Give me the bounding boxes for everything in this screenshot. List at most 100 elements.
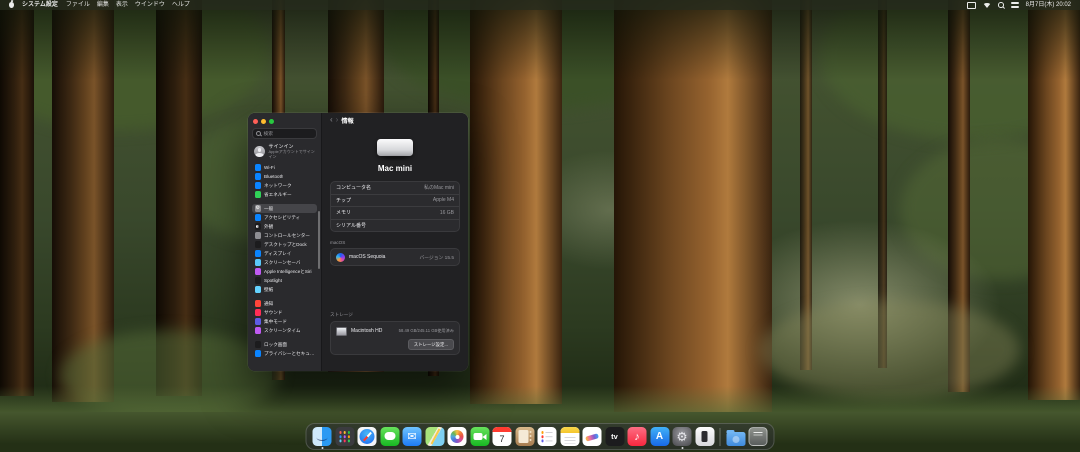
sidebar-item-label: ネットワーク (264, 182, 292, 188)
minimize-button[interactable] (261, 119, 266, 124)
dock-item-calendar[interactable]: 7 (492, 427, 512, 446)
sidebar-item-appearance[interactable]: 外観 (252, 222, 317, 231)
mail-icon (402, 427, 422, 446)
sidebar-item-label: 省エネルギー (264, 191, 292, 197)
sidebar-item-focus[interactable]: 集中モード (252, 317, 317, 326)
about-row-memory[interactable]: メモリ 16 GB (331, 206, 459, 219)
sidebar-item-notifications[interactable]: 通知 (252, 299, 317, 308)
dock-item-mail[interactable] (402, 427, 422, 446)
dock-item-reminders[interactable] (537, 427, 557, 446)
sidebar-item-wallpaper[interactable]: 壁紙 (252, 285, 317, 294)
sidebar-item-label: 通知 (264, 300, 274, 306)
dock-item-launchpad[interactable] (335, 427, 354, 446)
dock-item-contacts[interactable] (515, 427, 534, 446)
about-row-chip[interactable]: チップ Apple M4 (331, 193, 459, 207)
magnifier-icon (256, 131, 261, 136)
sidebar-item-general[interactable]: 一般 (252, 204, 317, 214)
sidebar-scrollbar[interactable] (318, 211, 320, 269)
sidebar-item-sound[interactable]: サウンド (252, 308, 317, 317)
menu-clock[interactable]: 8月7日(木) 20:02 (1026, 0, 1071, 10)
screensaver-icon (254, 259, 261, 266)
menu-item[interactable]: ファイル (66, 0, 90, 10)
dock-item-tv[interactable] (605, 427, 624, 446)
sidebar-item-energy[interactable]: 省エネルギー (252, 190, 317, 199)
sidebar-item-label: スクリーンセーバ (264, 259, 301, 265)
sidebar-item-spotlight[interactable]: Spotlight (252, 276, 317, 285)
wifi-icon[interactable] (983, 2, 992, 8)
disk-icon (336, 326, 347, 336)
appstore-icon (650, 427, 669, 446)
sidebar-item-lock-screen[interactable]: ロック画面 (252, 340, 317, 349)
mac-mini-image (377, 139, 413, 156)
dock-item-messages[interactable] (380, 427, 399, 446)
menu-item[interactable]: 編集 (97, 0, 109, 10)
wifi-icon (254, 164, 261, 171)
dock-item-downloads[interactable] (726, 427, 745, 446)
facetime-icon (470, 427, 489, 446)
sidebar-item-desktop-dock[interactable]: デスクトップとDock (252, 240, 317, 249)
dock-item-facetime[interactable] (470, 427, 489, 446)
menu-item[interactable]: ウインドウ (135, 0, 165, 10)
apple-icon[interactable] (9, 2, 14, 8)
dock-item-photos[interactable] (447, 427, 467, 446)
about-row-serial-number[interactable]: シリアル番号 (331, 218, 459, 232)
back-button[interactable]: ‹ (330, 113, 333, 127)
dock-item-appstore[interactable] (650, 427, 669, 446)
dock-item-iphone-mirroring[interactable] (695, 427, 714, 446)
notifications-icon (254, 300, 261, 307)
search-icon[interactable] (998, 2, 1004, 8)
control-center-icon[interactable] (1010, 2, 1019, 8)
dock-item-maps[interactable] (425, 427, 444, 446)
sidebar-item-accessibility[interactable]: アクセシビリティ (252, 213, 317, 222)
dock-item-music[interactable] (627, 427, 647, 446)
sidebar-item-label: Bluetooth (264, 174, 284, 180)
storage-volume-name: Macintosh HD (351, 328, 383, 334)
macos-card[interactable]: macOS Sequoia バージョン 15.5 (330, 248, 460, 266)
sidebar-item-label: Apple IntelligenceとSiri (264, 268, 312, 274)
sidebar-item-label: ディスプレイ (264, 250, 292, 256)
dock-item-freeform[interactable] (582, 427, 602, 446)
sidebar-item-screensaver[interactable]: スクリーンセーバ (252, 258, 317, 267)
apple-account-item[interactable]: サインイン Appleアカウントでサインイン (252, 139, 317, 163)
energy-icon (254, 191, 261, 198)
menu-app-name[interactable]: システム設定 (22, 0, 58, 10)
sidebar-item-screen-time[interactable]: スクリーンタイム (252, 326, 317, 335)
close-button[interactable] (253, 119, 258, 124)
forward-button[interactable]: › (336, 113, 339, 127)
sidebar-item-displays[interactable]: ディスプレイ (252, 249, 317, 258)
menu-item[interactable]: 表示 (116, 0, 128, 10)
zoom-button[interactable] (269, 119, 274, 124)
menu-item[interactable]: ヘルプ (172, 0, 190, 10)
bluetooth-icon (254, 173, 261, 180)
storage-section-label: ストレージ (330, 312, 353, 317)
dock: 7 (305, 423, 775, 450)
about-row-computer-name[interactable]: コンピュータ名 私のMac mini (331, 182, 459, 194)
macos-sequoia-icon (336, 252, 345, 262)
dock-item-trash[interactable] (748, 427, 768, 446)
storage-usage: 58.49 GB/245.11 GB使用済み (398, 328, 454, 333)
dock-item-notes[interactable] (560, 427, 579, 446)
screen-time-icon (254, 327, 261, 334)
settings-sidebar: 検索 サインイン Appleアカウントでサインイン Wi-Fi Bluetooth… (248, 113, 322, 371)
dock-item-settings[interactable] (672, 427, 692, 449)
dock-item-safari[interactable] (357, 427, 377, 446)
sidebar-item-apple-intelligence[interactable]: Apple IntelligenceとSiri (252, 267, 317, 276)
sidebar-item-network[interactable]: ネットワーク (252, 181, 317, 190)
contacts-icon (515, 427, 534, 446)
search-input[interactable]: 検索 (252, 128, 317, 139)
messages-icon (380, 427, 399, 446)
sidebar-item-bluetooth[interactable]: Bluetooth (252, 172, 317, 181)
displays-icon (254, 250, 261, 257)
screen-mirroring-icon[interactable] (967, 1, 977, 9)
wallpaper-icon (254, 286, 261, 293)
sidebar-item-control-center[interactable]: コントロールセンター (252, 231, 317, 240)
macos-version: バージョン 15.5 (419, 255, 454, 261)
tv-icon (605, 427, 624, 446)
dock-item-finder[interactable] (312, 427, 332, 449)
sidebar-item-privacy[interactable]: プライバシーとセキュリティ (252, 349, 317, 358)
wallpaper-forest (0, 0, 1080, 452)
notes-icon (560, 427, 579, 446)
sidebar-item-wifi[interactable]: Wi-Fi (252, 163, 317, 172)
storage-settings-button[interactable]: ストレージ設定... (407, 339, 454, 350)
avatar (254, 146, 265, 158)
